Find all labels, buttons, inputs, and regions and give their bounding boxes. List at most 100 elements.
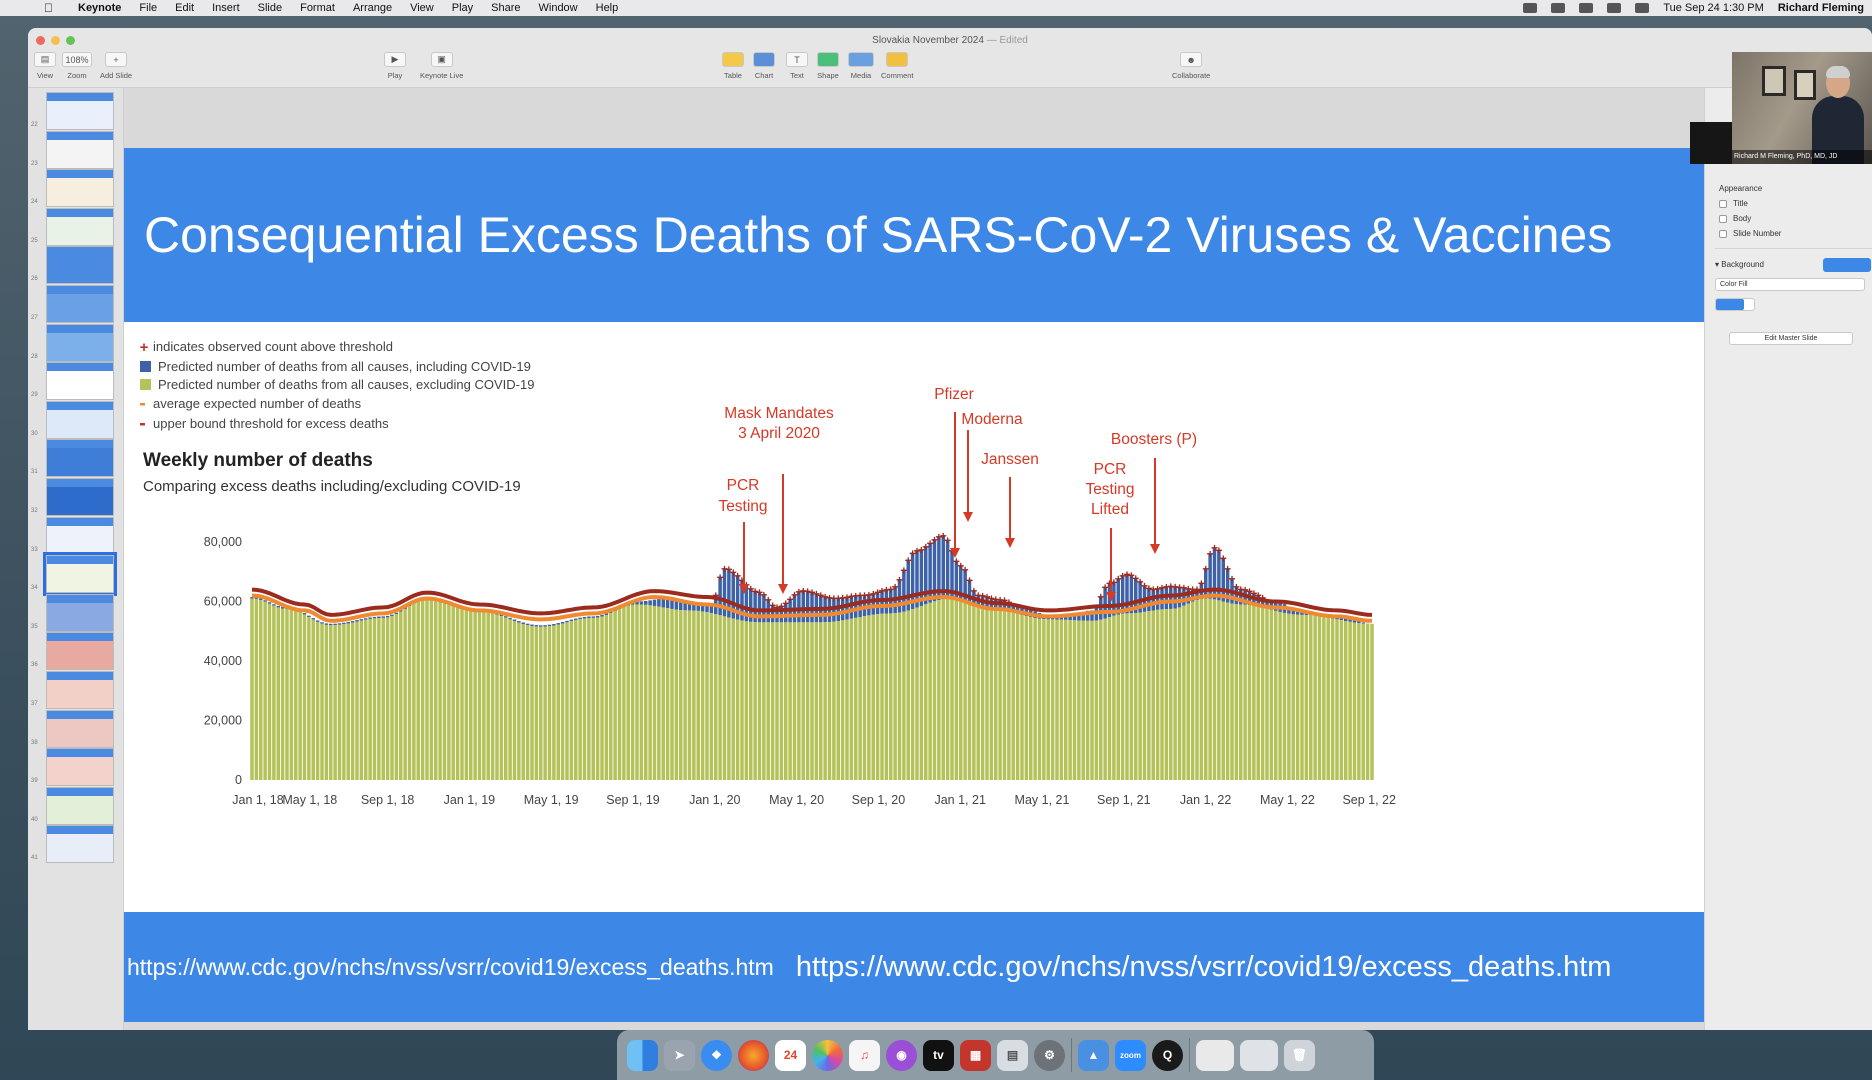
view-button[interactable]: ▤ View: [34, 52, 56, 80]
collaborate-button[interactable]: ☻ Collaborate: [1172, 52, 1210, 80]
text-button[interactable]: T Text: [786, 52, 808, 80]
keynote-window: Slovakia November 2024 — Edited ▤ View 1…: [28, 28, 1872, 1030]
slide-thumbnail[interactable]: [46, 632, 114, 671]
bar-covid: [372, 616, 377, 619]
slide-thumbnail[interactable]: [46, 825, 114, 864]
bar-non-covid: [521, 623, 525, 780]
color-picker[interactable]: [1715, 298, 1755, 311]
slide-title[interactable]: Consequential Excess Deaths of SARS-CoV-…: [124, 206, 1612, 264]
launchpad-icon[interactable]: ➤: [664, 1039, 695, 1071]
edit-master-slide-button[interactable]: Edit Master Slide: [1729, 332, 1853, 345]
slide-navigator[interactable]: 22 23 24 25 26 27 28 29 30 31 32 33 34 35 36 37 38 39 40 41: [28, 88, 124, 1030]
comment-button[interactable]: Comment: [881, 52, 914, 80]
source-url[interactable]: https://www.cdc.gov/nchs/nvss/vsrr/covid…: [127, 954, 774, 981]
bar-non-covid: [1142, 611, 1147, 780]
background-color-well[interactable]: [1823, 258, 1871, 272]
slide-thumbnail[interactable]: [46, 207, 114, 246]
slide-thumbnail[interactable]: [46, 92, 114, 130]
status-icon[interactable]: [1523, 3, 1538, 13]
battery-icon[interactable]: [1635, 3, 1650, 13]
bar-non-covid: [1243, 604, 1247, 780]
quicktime-icon[interactable]: Q: [1152, 1039, 1183, 1071]
calendar-icon[interactable]: 24: [775, 1039, 806, 1071]
apple-icon[interactable]: : [44, 2, 56, 14]
menu-help[interactable]: Help: [596, 2, 619, 14]
preview-icon[interactable]: ▤: [997, 1039, 1028, 1071]
slide-number-checkbox[interactable]: Slide Number: [1719, 229, 1781, 238]
menu-format[interactable]: Format: [300, 2, 335, 14]
x-tick-label: Jan 1, 20: [689, 793, 740, 807]
slide-thumbnail[interactable]: [46, 246, 114, 285]
bar-non-covid: [1099, 619, 1103, 780]
chart-button[interactable]: Chart: [753, 52, 775, 80]
bar-non-covid: [263, 601, 267, 780]
menu-arrange[interactable]: Arrange: [353, 2, 392, 14]
menu-play[interactable]: Play: [452, 2, 473, 14]
music-icon[interactable]: ♫: [849, 1039, 880, 1071]
slide-thumbnail[interactable]: [46, 709, 114, 748]
photos-icon[interactable]: [812, 1039, 843, 1071]
slide-thumbnail[interactable]: [46, 362, 114, 401]
title-checkbox[interactable]: Title: [1719, 199, 1748, 208]
menu-file[interactable]: File: [139, 2, 157, 14]
menu-slide[interactable]: Slide: [258, 2, 282, 14]
firefox-icon[interactable]: [738, 1039, 769, 1071]
bar-non-covid: [490, 613, 495, 780]
status-icon[interactable]: [1551, 3, 1566, 13]
play-button[interactable]: ▶ Play: [384, 52, 406, 80]
background-section[interactable]: ▾ Background: [1715, 260, 1764, 269]
slide-thumbnail[interactable]: [46, 285, 114, 323]
app-menu[interactable]: Keynote: [78, 2, 121, 14]
slide[interactable]: Consequential Excess Deaths of SARS-CoV-…: [124, 148, 1704, 1022]
body-checkbox[interactable]: Body: [1719, 214, 1751, 223]
slide-thumbnail[interactable]: [46, 130, 114, 169]
trash-icon[interactable]: 🗑: [1284, 1039, 1315, 1071]
table-button[interactable]: Table: [722, 52, 744, 80]
slide-thumbnail[interactable]: [43, 552, 117, 597]
excess-deaths-chart[interactable]: + indicates observed count above threshol…: [124, 322, 1704, 912]
recent-window-icon[interactable]: [1240, 1039, 1278, 1071]
safari-icon[interactable]: ❖: [701, 1039, 732, 1071]
slide-thumbnail[interactable]: [46, 439, 114, 478]
bar-non-covid: [429, 600, 434, 780]
slide-thumbnail[interactable]: [46, 478, 114, 516]
menu-edit[interactable]: Edit: [175, 2, 194, 14]
add-slide-button[interactable]: + Add Slide: [100, 52, 132, 80]
slide-thumbnail[interactable]: [46, 748, 114, 787]
podcasts-icon[interactable]: ◉: [886, 1039, 917, 1071]
wifi-icon[interactable]: [1607, 3, 1622, 13]
slide-thumbnail[interactable]: [46, 671, 114, 709]
fill-type-select[interactable]: Color Fill: [1715, 278, 1865, 291]
menubar-user[interactable]: Richard Fleming: [1778, 2, 1864, 14]
menu-insert[interactable]: Insert: [212, 2, 240, 14]
slide-number: 25: [31, 237, 38, 244]
menu-share[interactable]: Share: [491, 2, 520, 14]
source-url-large[interactable]: https://www.cdc.gov/nchs/nvss/vsrr/covid…: [796, 951, 1612, 984]
bar-non-covid: [700, 611, 705, 780]
app-icon[interactable]: ▦: [960, 1039, 991, 1071]
slide-thumbnail[interactable]: [46, 786, 114, 825]
slide-thumbnail[interactable]: [46, 323, 114, 362]
system-preferences-icon[interactable]: ⚙: [1034, 1039, 1065, 1071]
media-button[interactable]: Media: [848, 52, 874, 80]
menu-window[interactable]: Window: [539, 2, 578, 14]
tv-icon[interactable]: tv: [923, 1039, 954, 1071]
keynote-icon[interactable]: ▲: [1078, 1039, 1109, 1071]
menubar-clock[interactable]: Tue Sep 24 1:30 PM: [1663, 2, 1764, 14]
zoom-icon[interactable]: zoom: [1115, 1039, 1146, 1071]
zoom-menu[interactable]: 108% Zoom: [62, 52, 92, 80]
keynote-live-button[interactable]: ▣ Keynote Live: [420, 52, 463, 80]
shape-button[interactable]: Shape: [817, 52, 839, 80]
bar-non-covid: [897, 612, 902, 780]
slide-thumbnail[interactable]: [46, 169, 114, 208]
slide-thumbnail[interactable]: [46, 400, 114, 439]
status-icon[interactable]: [1579, 3, 1594, 13]
x-tick-label: May 1, 22: [1260, 793, 1315, 807]
bar-non-covid: [744, 621, 749, 780]
bar-non-covid: [635, 604, 639, 780]
menu-view[interactable]: View: [410, 2, 434, 14]
slide-thumbnail[interactable]: [46, 516, 114, 555]
finder-icon[interactable]: [627, 1039, 658, 1071]
recent-window-icon[interactable]: [1196, 1039, 1234, 1071]
slide-thumbnail[interactable]: [46, 593, 114, 632]
